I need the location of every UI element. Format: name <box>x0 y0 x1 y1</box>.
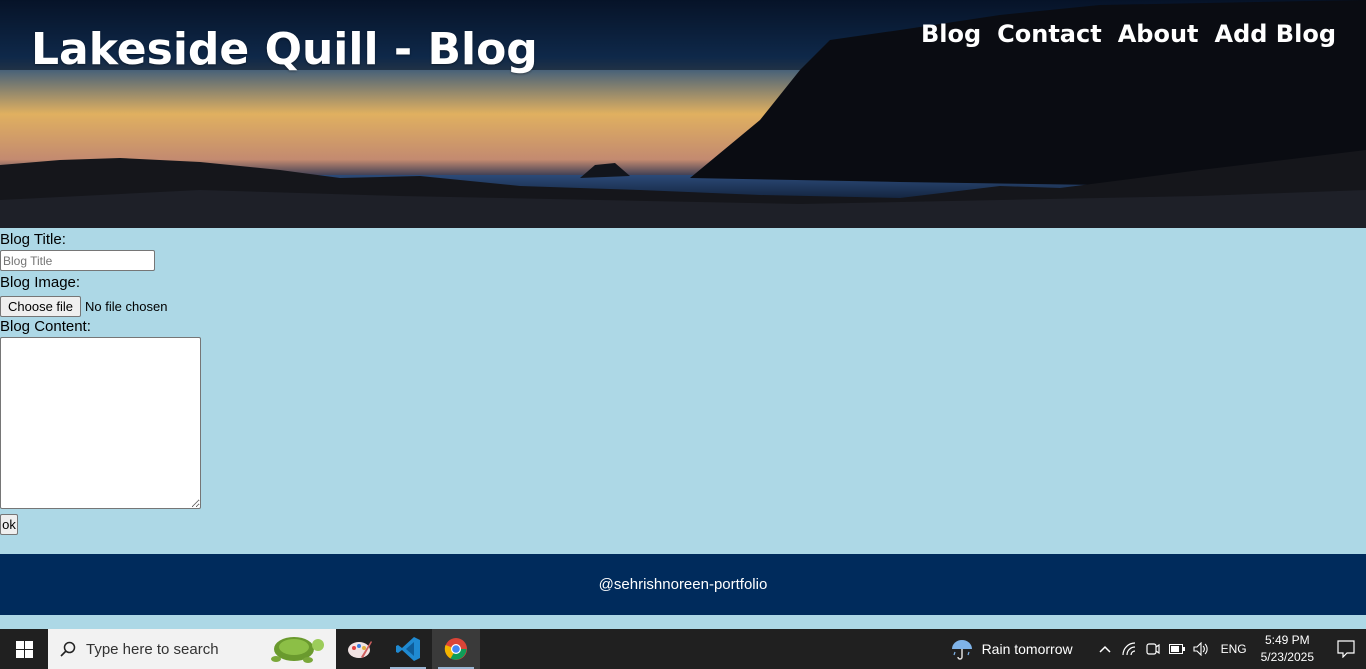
search-placeholder: Type here to search <box>86 640 219 658</box>
ok-button[interactable]: ok <box>0 514 18 535</box>
search-icon <box>60 641 76 657</box>
chevron-up-icon <box>1099 645 1111 653</box>
taskbar-chrome-app[interactable] <box>432 629 480 669</box>
volume-status[interactable] <box>1189 642 1213 656</box>
taskbar-search-box[interactable]: Type here to search <box>48 629 336 669</box>
speaker-icon <box>1193 642 1208 656</box>
footer: @sehrishnoreen-portfolio <box>0 554 1366 615</box>
header-banner: Lakeside Quill - Blog Blog Contact About… <box>0 0 1366 228</box>
start-button[interactable] <box>0 629 48 669</box>
blog-title-input[interactable] <box>0 250 155 271</box>
choose-file-button[interactable]: Choose file <box>0 295 82 317</box>
battery-icon <box>1168 644 1185 654</box>
blog-content-label: Blog Content: <box>0 318 91 335</box>
network-status[interactable] <box>1117 642 1141 656</box>
file-status-text: No file chosen <box>85 298 168 314</box>
weather-text: Rain tomorrow <box>981 641 1073 657</box>
notification-icon <box>1337 640 1355 658</box>
turtle-search-highlight-icon <box>271 637 324 663</box>
nav-about-link[interactable]: About <box>1118 20 1199 48</box>
footer-credit: @sehrishnoreen-portfolio <box>598 576 768 593</box>
blog-title-label: Blog Title: <box>0 231 66 248</box>
paint-icon <box>348 641 372 658</box>
blog-image-file-input: Choose file No file chosen <box>0 295 201 317</box>
system-tray: Rain tomorrow ENG 5:49 PM 5/23/2025 <box>950 629 1366 669</box>
chrome-icon <box>444 638 467 660</box>
wifi-icon <box>1121 642 1135 656</box>
notification-center-button[interactable] <box>1326 640 1366 658</box>
main-nav: Blog Contact About Add Blog <box>921 20 1336 48</box>
nav-blog-link[interactable]: Blog <box>921 20 981 48</box>
site-title: Lakeside Quill - Blog <box>31 24 538 75</box>
taskbar-vscode-app[interactable] <box>384 629 432 669</box>
weather-widget[interactable]: Rain tomorrow <box>950 637 1073 661</box>
nav-add-blog-link[interactable]: Add Blog <box>1215 20 1336 48</box>
clock-date: 5/23/2025 <box>1260 650 1314 664</box>
windows-logo-icon <box>15 640 33 658</box>
blog-image-label: Blog Image: <box>0 274 81 291</box>
add-blog-form: Blog Title: Blog Image: Choose file No f… <box>0 230 201 535</box>
meet-now-status[interactable] <box>1141 641 1165 657</box>
clock-time: 5:49 PM <box>1264 633 1310 647</box>
battery-status[interactable] <box>1165 644 1189 654</box>
show-hidden-icons-button[interactable] <box>1093 645 1117 653</box>
input-language[interactable]: ENG <box>1221 642 1247 656</box>
windows-taskbar: Type here to search Rain tomorrow ENG 5:… <box>0 629 1366 669</box>
taskbar-paint-app[interactable] <box>336 629 384 669</box>
nav-contact-link[interactable]: Contact <box>997 20 1102 48</box>
blog-content-textarea[interactable] <box>0 337 201 509</box>
vscode-icon <box>396 637 420 661</box>
umbrella-rain-icon <box>951 640 972 660</box>
camera-icon <box>1145 643 1160 655</box>
clock[interactable]: 5:49 PM 5/23/2025 <box>1261 632 1314 666</box>
